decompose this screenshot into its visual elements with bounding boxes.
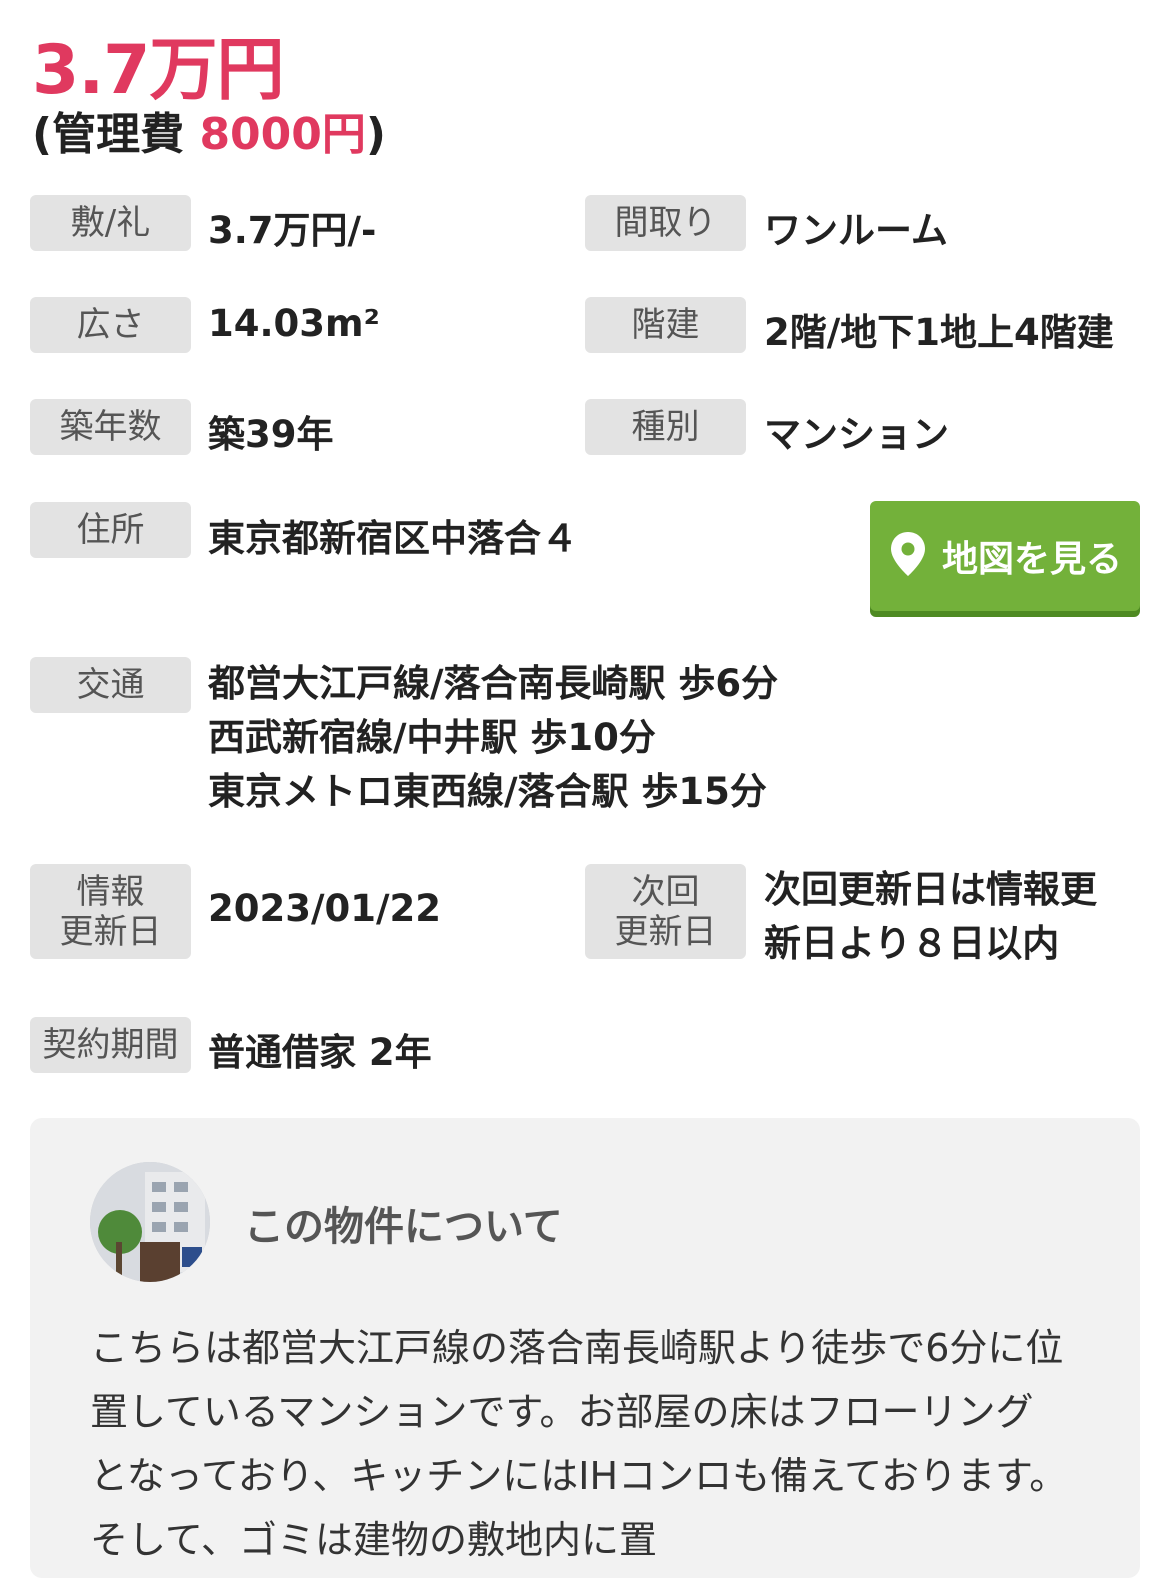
traffic-line: 都営大江戸線/落合南長崎駅 歩6分 bbox=[208, 662, 779, 705]
management-fee-prefix: (管理費 bbox=[32, 109, 200, 160]
traffic-label: 交通 bbox=[30, 657, 191, 713]
next-update-line: 次回更新日は情報更 bbox=[764, 868, 1097, 911]
management-fee: (管理費 8000円) bbox=[32, 98, 386, 162]
address-label: 住所 bbox=[30, 502, 191, 558]
property-thumbnail bbox=[90, 1162, 210, 1282]
next-update-line: 新日より８日以内 bbox=[764, 922, 1060, 965]
deposit-key-value: 3.7万円/- bbox=[208, 209, 377, 252]
layout-value: ワンルーム bbox=[764, 209, 948, 252]
age-value: 築39年 bbox=[208, 413, 334, 456]
info-updated-label: 情報 更新日 bbox=[30, 864, 191, 959]
type-label: 種別 bbox=[585, 399, 746, 455]
view-map-button[interactable]: 地図を見る bbox=[870, 501, 1140, 611]
next-update-value: 次回更新日は情報更 新日より８日以内 bbox=[764, 863, 1097, 971]
type-value: マンション bbox=[764, 413, 949, 456]
age-label: 築年数 bbox=[30, 399, 191, 455]
map-pin-icon bbox=[888, 530, 928, 582]
view-map-label: 地図を見る bbox=[941, 539, 1122, 580]
management-fee-amount: 8000円 bbox=[199, 109, 366, 160]
area-value: 14.03m² bbox=[208, 302, 380, 345]
next-update-label: 次回 更新日 bbox=[585, 864, 746, 959]
contract-label: 契約期間 bbox=[30, 1017, 191, 1073]
traffic-line: 西武新宿線/中井駅 歩10分 bbox=[208, 716, 656, 759]
about-title: この物件について bbox=[244, 1204, 563, 1250]
deposit-key-label: 敷/礼 bbox=[30, 195, 191, 251]
floor-label: 階建 bbox=[585, 297, 746, 353]
info-updated-value: 2023/01/22 bbox=[208, 887, 441, 930]
traffic-line: 東京メトロ東西線/落合駅 歩15分 bbox=[208, 770, 767, 813]
about-property-section: この物件について こちらは都営大江戸線の落合南長崎駅より徒歩で6分に位置している… bbox=[30, 1118, 1140, 1578]
traffic-list: 都営大江戸線/落合南長崎駅 歩6分 西武新宿線/中井駅 歩10分 東京メトロ東西… bbox=[208, 657, 778, 819]
management-fee-suffix: ) bbox=[365, 109, 387, 160]
area-label: 広さ bbox=[30, 297, 191, 353]
about-description: こちらは都営大江戸線の落合南長崎駅より徒歩で6分に位置しているマンションです。お… bbox=[90, 1326, 1068, 1562]
layout-label: 間取り bbox=[585, 195, 746, 251]
contract-value: 普通借家 2年 bbox=[208, 1031, 432, 1074]
floor-value: 2階/地下1地上4階建 bbox=[764, 311, 1114, 354]
address-value: 東京都新宿区中落合４ bbox=[208, 517, 578, 560]
